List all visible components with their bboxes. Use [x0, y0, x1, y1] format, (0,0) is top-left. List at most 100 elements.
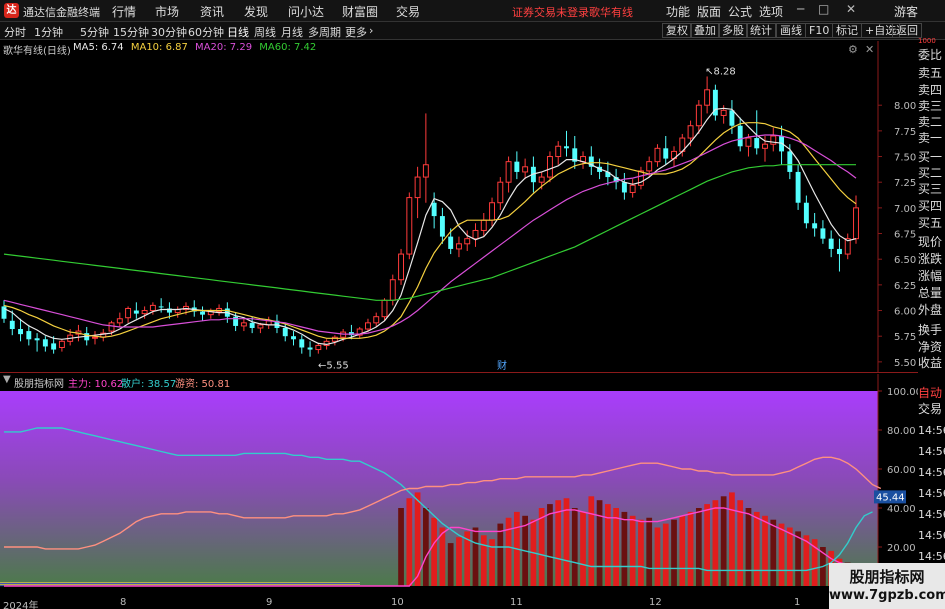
period-monthly[interactable]: 月线	[281, 24, 303, 40]
candlestick-chart[interactable]: 5.50 5.75 6.00 6.25 6.50 6.75 7.00 7.25 7.50 7.75…	[0, 41, 918, 373]
menu-formula[interactable]: 公式	[728, 3, 752, 20]
period-60min[interactable]: 60分钟	[188, 24, 224, 40]
order-panel-label: 委比	[918, 48, 943, 62]
order-panel-label: 涨幅	[918, 269, 943, 283]
watermark-title: 股朋指标网	[849, 568, 925, 586]
period-daily[interactable]: 日线	[227, 24, 249, 40]
period-5min[interactable]: 5分钟	[80, 24, 109, 40]
ma10-legend: MA10: 6.87	[130, 42, 188, 53]
settings-icon: ⚙	[848, 43, 858, 56]
mark-button[interactable]: 标记	[832, 23, 862, 38]
indicator-bar	[571, 508, 578, 586]
candle-body	[108, 322, 115, 332]
candle-body	[141, 310, 148, 315]
menu-wealth-circle[interactable]: 财富圈	[342, 3, 378, 20]
maximize-icon[interactable]: □	[818, 2, 829, 16]
menu-trade[interactable]: 交易	[396, 3, 420, 20]
indicator-bar	[770, 519, 777, 586]
order-panel-label: 总量	[918, 286, 943, 300]
order-panel-label: 卖一	[918, 131, 943, 145]
indicator-bar	[654, 527, 661, 586]
login-notice[interactable]: 证券交易未登录	[512, 4, 589, 20]
period-weekly[interactable]: 周线	[254, 24, 276, 40]
price-tick-label: 7.75	[894, 127, 916, 138]
indicator-title: 股朋指标网	[14, 379, 64, 390]
candle-body	[803, 202, 809, 224]
price-tick-label: 6.50	[894, 255, 916, 266]
menu-discover[interactable]: 发现	[244, 3, 268, 20]
candle-body	[472, 229, 479, 240]
candle-body	[687, 125, 694, 139]
indicator-bar	[588, 496, 595, 586]
menu-market[interactable]: 市场	[155, 3, 179, 20]
indicator-bar	[613, 508, 619, 586]
candle-body	[853, 207, 859, 240]
indicator-bar	[712, 500, 719, 586]
candle-body	[828, 238, 834, 249]
indicator-bar	[695, 508, 702, 586]
indicator-tick-label: 40.00	[887, 504, 916, 515]
period-more[interactable]: 更多	[345, 24, 367, 40]
candle-body	[398, 253, 405, 281]
hot-money-legend: 游资: 50.81	[175, 379, 231, 390]
period-toolbar: 分时 1分钟 5分钟 15分钟 30分钟 60分钟 日线 周线 月线 多周期 更…	[0, 22, 945, 40]
menu-ask[interactable]: 问小达	[288, 3, 324, 20]
candle-body	[564, 146, 569, 149]
adjust-button[interactable]: 复权	[662, 23, 692, 38]
tick-time: 14:56	[918, 445, 945, 458]
candle-body	[133, 310, 139, 314]
candle-body	[448, 236, 454, 249]
close-icon[interactable]: ✕	[846, 2, 856, 16]
indicator-bar	[687, 511, 694, 586]
site-watermark: 股朋指标网 www.7gpzb.com	[829, 563, 945, 609]
guest-user[interactable]: 游客	[894, 3, 918, 20]
tick-time: 14:56	[918, 550, 945, 563]
candle-body	[695, 104, 702, 127]
candle-body	[291, 336, 296, 340]
candle-body	[439, 216, 445, 237]
indicator-bar	[563, 498, 570, 586]
period-15min[interactable]: 15分钟	[113, 24, 149, 40]
menu-news[interactable]: 资讯	[200, 3, 224, 20]
candle-body	[555, 145, 562, 158]
order-panel-badge: 1000	[918, 37, 936, 45]
candle-body	[745, 137, 752, 147]
order-panel-label: 现价	[918, 235, 943, 249]
period-30min[interactable]: 30分钟	[151, 24, 187, 40]
baseline-stripe	[0, 582, 360, 583]
candle-body	[257, 324, 264, 329]
statistics-button[interactable]: 统计	[746, 23, 776, 38]
candle-body	[546, 156, 553, 178]
minimize-icon[interactable]: ─	[797, 2, 804, 16]
candle-body	[34, 338, 40, 341]
candle-body	[240, 322, 247, 327]
f10-button[interactable]: F10	[805, 23, 834, 38]
menu-quotes[interactable]: 行情	[112, 3, 136, 20]
candle-body	[200, 311, 205, 315]
indicator-bar	[762, 515, 768, 586]
candle-body	[489, 202, 495, 221]
candle-body	[629, 184, 636, 193]
overlay-button[interactable]: 叠加	[690, 23, 720, 38]
order-panel-label: 收益	[918, 356, 943, 370]
period-1min[interactable]: 1分钟	[34, 24, 63, 40]
tick-time: 14:56	[918, 508, 945, 521]
candle-body	[646, 161, 653, 172]
title-bar: 达 通达信金融终端 行情 市场 资讯 发现 问小达 财富圈 交易 证券交易未登录…	[0, 0, 945, 22]
menu-options[interactable]: 选项	[759, 3, 783, 20]
indicator-chart[interactable]: 20.00 40.00 60.00 80.00 100.00 45.44	[0, 374, 918, 597]
multi-stock-button[interactable]: 多股	[718, 23, 748, 38]
indicator-bar	[480, 535, 487, 586]
indicator-bar	[671, 519, 677, 586]
indicator-bar	[778, 523, 785, 586]
period-multi[interactable]: 多周期	[308, 24, 341, 40]
menu-layout[interactable]: 版面	[697, 3, 721, 20]
drawing-button[interactable]: 画线	[776, 23, 806, 38]
period-tick[interactable]: 分时	[4, 24, 26, 40]
indicator-collapse-icon[interactable]: ▼	[3, 374, 11, 385]
chevron-right-icon[interactable]: ›	[369, 24, 373, 37]
order-book-panel: 委比 卖五 卖四 卖三 卖二 卖一 买一 买二 买三 买四 买五 现价 涨跌 涨幅 总量 外盘 换手 净资 收益 自动…	[918, 37, 945, 609]
candle-body	[720, 109, 727, 116]
menu-function[interactable]: 功能	[666, 3, 690, 20]
candle-body	[9, 320, 15, 330]
